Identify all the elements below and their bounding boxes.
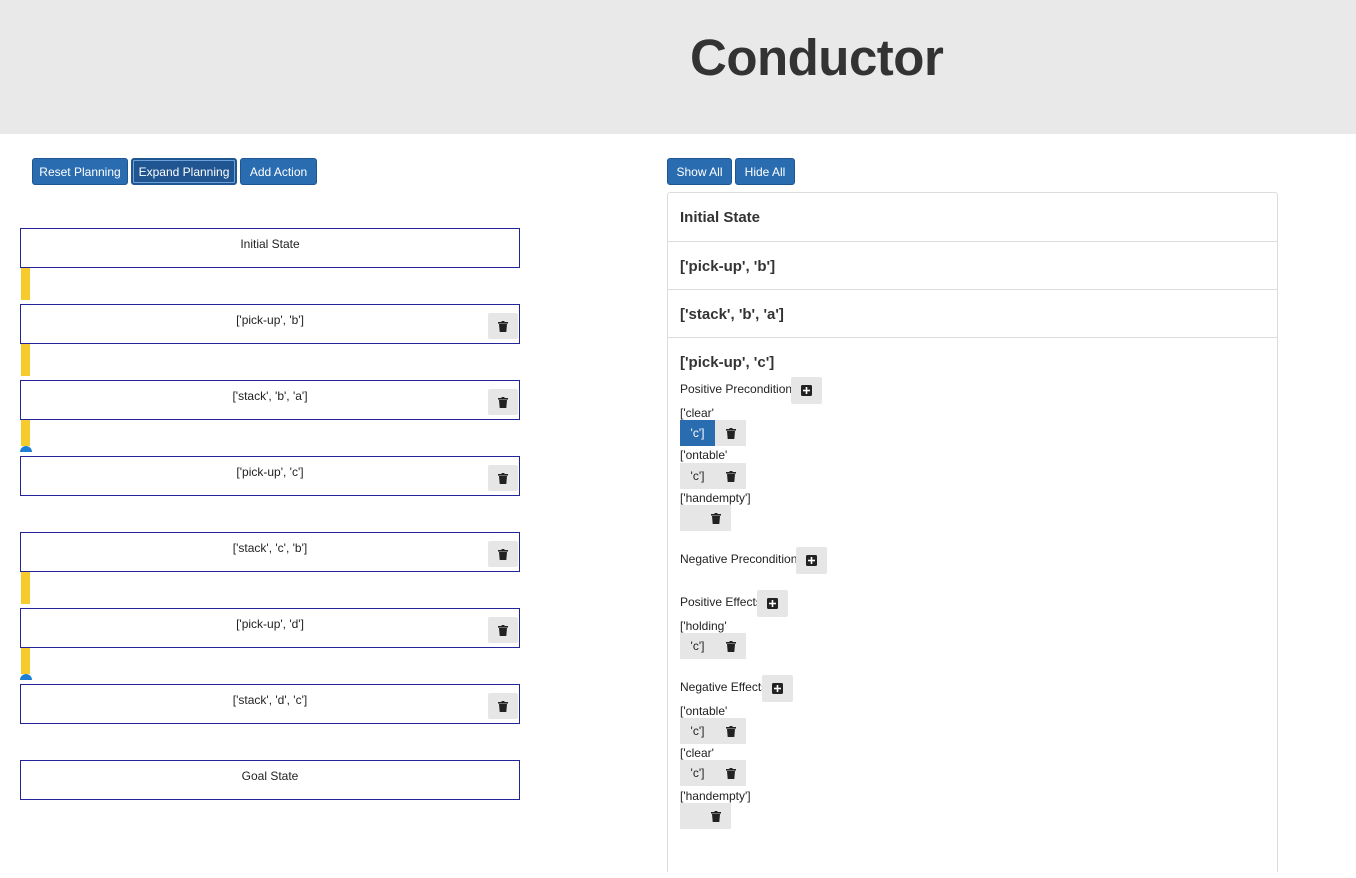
plus-square-icon <box>801 385 812 396</box>
trash-icon <box>498 472 508 484</box>
trash-icon <box>498 320 508 332</box>
predicate-arg-chip[interactable]: 'c'] <box>680 718 715 744</box>
plan-node-label: ['stack', 'b', 'a'] <box>232 389 308 403</box>
link-handle[interactable] <box>20 674 32 680</box>
plan-node-label: ['stack', 'd', 'c'] <box>232 693 308 707</box>
add-negative-precondition-button[interactable] <box>796 547 827 574</box>
trash-icon <box>710 810 721 822</box>
delete-predicate-button[interactable] <box>715 760 746 786</box>
delete-predicate-button[interactable] <box>700 803 731 829</box>
predicate-arg-chip[interactable] <box>680 803 700 829</box>
section-title: ['pick-up', 'b'] <box>680 258 776 275</box>
plan-link <box>21 420 30 446</box>
positive-effects-label: Positive Effects <box>680 595 762 609</box>
plan-node-label: Initial State <box>240 237 300 251</box>
plus-square-icon <box>772 683 783 694</box>
predicate-name: ['handempty'] <box>680 789 751 803</box>
predicate-name: ['clear' <box>680 746 714 760</box>
add-negative-effect-button[interactable] <box>762 675 793 702</box>
trash-icon <box>498 624 508 636</box>
delete-action-button[interactable] <box>488 617 518 643</box>
expand-planning-button[interactable]: Expand Planning <box>131 158 237 185</box>
trash-icon <box>725 427 736 439</box>
predicate-arg-chip[interactable]: 'c'] <box>680 760 715 786</box>
predicate-arg-chip[interactable]: 'c'] <box>680 420 715 446</box>
plan-node-label: ['pick-up', 'c'] <box>236 465 304 479</box>
predicate-name: ['clear' <box>680 406 714 420</box>
delete-predicate-button[interactable] <box>715 463 746 489</box>
delete-action-button[interactable] <box>488 541 518 567</box>
plan-node-action[interactable]: ['pick-up', 'd'] <box>20 608 520 648</box>
trash-icon <box>725 640 736 652</box>
predicate-name: ['ontable' <box>680 704 728 718</box>
delete-predicate-button[interactable] <box>715 718 746 744</box>
delete-predicate-button[interactable] <box>700 505 731 531</box>
trash-icon <box>498 548 508 560</box>
trash-icon <box>498 700 508 712</box>
delete-action-button[interactable] <box>488 313 518 339</box>
app-header: Conductor <box>0 0 1356 134</box>
plan-node-label: ['pick-up', 'd'] <box>236 617 304 631</box>
reset-planning-button[interactable]: Reset Planning <box>32 158 128 185</box>
plan-link <box>21 648 30 674</box>
plan-node-action[interactable]: ['stack', 'c', 'b'] <box>20 532 520 572</box>
add-action-button[interactable]: Add Action <box>240 158 317 185</box>
delete-action-button[interactable] <box>488 465 518 491</box>
negative-preconditions-label: Negative Preconditions <box>680 552 804 566</box>
section-title: Initial State <box>680 209 761 226</box>
predicate-name: ['holding' <box>680 619 727 633</box>
predicate-name: ['ontable' <box>680 448 728 462</box>
show-all-button[interactable]: Show All <box>667 158 732 185</box>
delete-action-button[interactable] <box>488 389 518 415</box>
details-section-expanded: ['pick-up', 'c'] Positive Preconditions … <box>668 338 1277 878</box>
details-section-action[interactable]: ['stack', 'b', 'a'] <box>668 290 1277 338</box>
plan-node-action[interactable]: ['pick-up', 'b'] <box>20 304 520 344</box>
plan-node-label: Goal State <box>241 769 299 783</box>
details-section-action[interactable]: ['pick-up', 'b'] <box>668 242 1277 290</box>
plan-link <box>21 268 30 300</box>
plan-node-goal-state[interactable]: Goal State <box>20 760 520 800</box>
trash-icon <box>725 767 736 779</box>
plan-node-action[interactable]: ['pick-up', 'c'] <box>20 456 520 496</box>
plan-link <box>21 344 30 376</box>
trash-icon <box>725 725 736 737</box>
plan-node-action[interactable]: ['stack', 'd', 'c'] <box>20 684 520 724</box>
plan-node-label: ['pick-up', 'b'] <box>236 313 304 327</box>
plan-node-initial-state[interactable]: Initial State <box>20 228 520 268</box>
delete-predicate-button[interactable] <box>715 633 746 659</box>
delete-action-button[interactable] <box>488 693 518 719</box>
predicate-name: ['handempty'] <box>680 491 751 505</box>
section-title[interactable]: ['pick-up', 'c'] <box>680 354 774 371</box>
details-panel: Initial State ['pick-up', 'b'] ['stack',… <box>667 192 1278 872</box>
delete-predicate-button[interactable] <box>715 420 746 446</box>
negative-effects-label: Negative Effects <box>680 680 768 694</box>
trash-icon <box>725 470 736 482</box>
add-positive-effect-button[interactable] <box>757 590 788 617</box>
plan-node-label: ['stack', 'c', 'b'] <box>232 541 308 555</box>
plan-node-action[interactable]: ['stack', 'b', 'a'] <box>20 380 520 420</box>
hide-all-button[interactable]: Hide All <box>735 158 795 185</box>
predicate-arg-chip[interactable] <box>680 505 700 531</box>
details-section-initial-state[interactable]: Initial State <box>668 193 1277 242</box>
predicate-arg-chip[interactable]: 'c'] <box>680 463 715 489</box>
trash-icon <box>498 396 508 408</box>
plus-square-icon <box>767 598 778 609</box>
section-title: ['stack', 'b', 'a'] <box>680 306 784 323</box>
trash-icon <box>710 512 721 524</box>
predicate-arg-chip[interactable]: 'c'] <box>680 633 715 659</box>
link-handle[interactable] <box>20 446 32 452</box>
plan-link <box>21 572 30 604</box>
plus-square-icon <box>806 555 817 566</box>
positive-preconditions-label: Positive Preconditions <box>680 382 799 396</box>
add-positive-precondition-button[interactable] <box>791 377 822 404</box>
app-title: Conductor <box>690 29 944 86</box>
